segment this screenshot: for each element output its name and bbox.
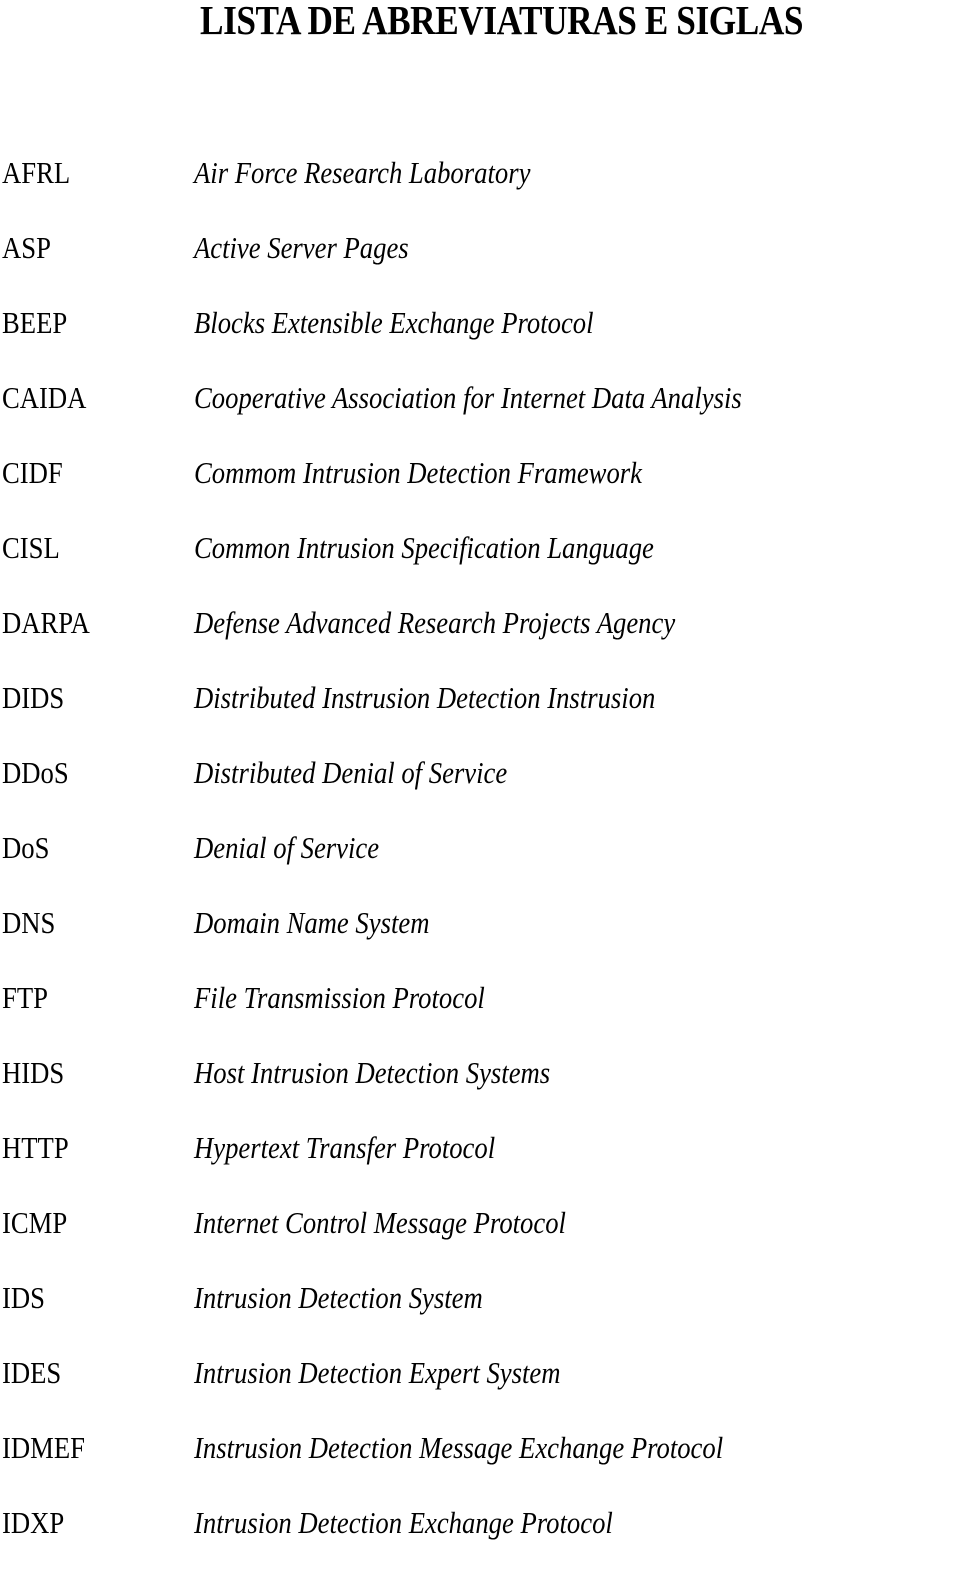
list-item: HTTP Hypertext Transfer Protocol [0,1130,960,1205]
abbreviation: ICMP [2,1205,68,1240]
abbreviation: ASP [2,230,51,265]
definition: Instrusion Detection Message Exchange Pr… [194,1430,724,1465]
definition: Distributed Instrusion Detection Instrus… [194,680,656,715]
list-item: ICMP Internet Control Message Protocol [0,1205,960,1280]
abbreviation: DNS [2,905,56,940]
definition: Hypertext Transfer Protocol [194,1130,496,1165]
list-item: DNS Domain Name System [0,905,960,980]
abbreviation: IDMEF [2,1430,85,1465]
list-item: AFRL Air Force Research Laboratory [0,155,960,230]
abbreviation: CAIDA [2,380,87,415]
list-item: CAIDA Cooperative Association for Interne… [0,380,960,455]
abbreviation: DIDS [2,680,65,715]
page-title: LISTA DE ABREVIATURAS E SIGLAS [200,0,804,43]
definition: Domain Name System [194,905,430,940]
definition: Distributed Denial of Service [194,755,508,790]
definition: Blocks Extensible Exchange Protocol [194,305,594,340]
list-item: IDS Intrusion Detection System [0,1280,960,1355]
definition: Intrusion Detection System [194,1280,483,1315]
abbreviation: AFRL [2,155,71,190]
abbreviation: IDXP [2,1505,65,1540]
definition: Active Server Pages [194,230,409,265]
definition: Intrusion Detection Exchange Protocol [194,1505,613,1540]
list-item: BEEP Blocks Extensible Exchange Protocol [0,305,960,380]
definition: Intrusion Detection Expert System [194,1355,561,1390]
abbreviation: IDS [2,1280,45,1315]
abbreviation: CIDF [2,455,63,490]
definition: Defense Advanced Research Projects Agenc… [194,605,676,640]
abbreviation: DoS [2,830,50,865]
definition: Common Intrusion Specification Language [194,530,654,565]
list-item: CISL Common Intrusion Specification Langu… [0,530,960,605]
abbreviation: FTP [2,980,48,1015]
list-item: HIDS Host Intrusion Detection Systems [0,1055,960,1130]
list-item: IDMEF Instrusion Detection Message Exchan… [0,1430,960,1505]
list-item: IDES Intrusion Detection Expert System [0,1355,960,1430]
list-item: DARPA Defense Advanced Research Projects … [0,605,960,680]
abbreviation-list: AFRL Air Force Research Laboratory ASP Acti… [0,155,960,1580]
list-item: CIDF Commom Intrusion Detection Framework [0,455,960,530]
definition: Commom Intrusion Detection Framework [194,455,642,490]
abbreviation: DDoS [2,755,69,790]
abbreviation: BEEP [2,305,68,340]
list-item: ASP Active Server Pages [0,230,960,305]
list-item: IDXP Intrusion Detection Exchange Protoco… [0,1505,960,1580]
definition: Air Force Research Laboratory [194,155,531,190]
abbreviation: HIDS [2,1055,65,1090]
definition: Cooperative Association for Internet Dat… [194,380,742,415]
abbreviation: DARPA [2,605,90,640]
list-item: FTP File Transmission Protocol [0,980,960,1055]
list-item: DDoS Distributed Denial of Service [0,755,960,830]
definition: Internet Control Message Protocol [194,1205,566,1240]
abbreviation: CISL [2,530,60,565]
abbreviation: IDES [2,1355,62,1390]
list-item: DoS Denial of Service [0,830,960,905]
abbreviation: HTTP [2,1130,69,1165]
list-item: DIDS Distributed Instrusion Detection Ins… [0,680,960,755]
definition: Host Intrusion Detection Systems [194,1055,551,1090]
definition: Denial of Service [194,830,380,865]
definition: File Transmission Protocol [194,980,485,1015]
